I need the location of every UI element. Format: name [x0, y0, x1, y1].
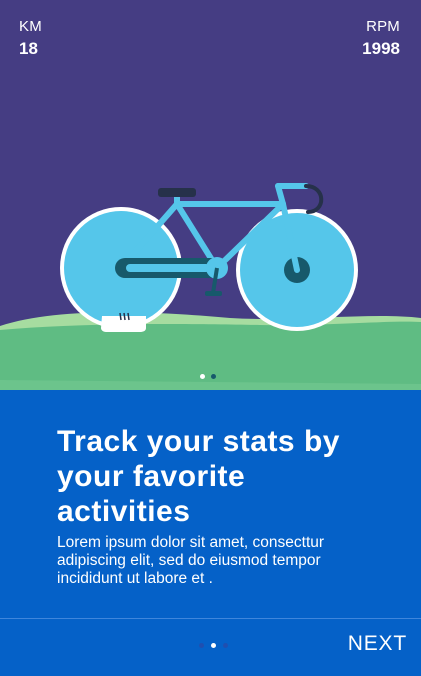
rpm-value: 1998 [362, 39, 400, 58]
hero-pager [200, 374, 216, 379]
shoe-shape [101, 316, 146, 332]
onboarding-description: Lorem ipsum dolor sit amet, consecttur a… [57, 534, 357, 588]
hero-illustration-area: KM 18 RPM 1998 [0, 0, 421, 390]
pager-dot-3[interactable] [223, 643, 228, 648]
headline-line-1: Track your stats by [57, 425, 340, 458]
onboarding-headline: Track your stats by your favorite activi… [57, 424, 377, 529]
bike-seat [158, 188, 196, 197]
bike-chain-inner [126, 264, 210, 272]
headline-line-2: your favorite [57, 460, 246, 493]
hero-pager-dot-1[interactable] [200, 374, 205, 379]
rpm-stat: RPM 1998 [362, 18, 400, 60]
km-value: 18 [19, 39, 38, 58]
description-line-2: adipiscing elit, sed do eiusmod tempor [57, 552, 321, 569]
rpm-label: RPM [366, 18, 400, 35]
pager-dot-1[interactable] [199, 643, 204, 648]
km-label: KM [19, 18, 42, 35]
hero-pager-dot-2[interactable] [211, 374, 216, 379]
description-line-1: Lorem ipsum dolor sit amet, consecttur [57, 534, 325, 551]
description-line-3: incididunt ut labore et . [57, 570, 213, 587]
grass-hill-front [0, 321, 421, 390]
onboarding-pager [199, 643, 228, 648]
pager-dot-2[interactable] [211, 643, 216, 648]
pedal [205, 291, 222, 296]
handlebar [304, 184, 324, 214]
next-button[interactable]: NEXT [348, 632, 407, 656]
bicycle-illustration [0, 183, 421, 390]
km-stat: KM 18 [19, 18, 42, 60]
footer-divider [0, 618, 421, 619]
headline-line-3: activities [57, 495, 191, 528]
